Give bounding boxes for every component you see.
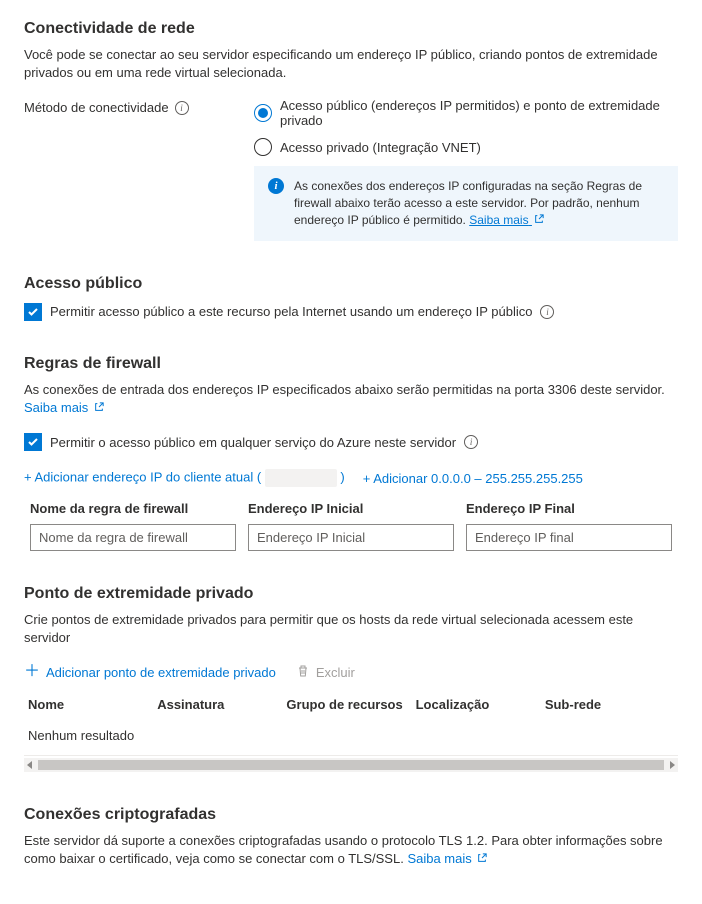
firewall-rule-row — [24, 524, 678, 551]
radio-icon — [254, 104, 272, 122]
external-link-icon — [94, 402, 104, 412]
encrypted-description: Este servidor dá suporte a conexões crip… — [24, 832, 678, 868]
private-endpoint-heading: Ponto de extremidade privado — [24, 585, 678, 603]
connectivity-method-label: Método de conectividade i — [24, 98, 254, 115]
private-endpoint-table-header: Nome Assinatura Grupo de recursos Locali… — [24, 691, 678, 718]
firewall-azure-services-label: Permitir o acesso público em qualquer se… — [50, 435, 456, 450]
external-link-icon — [477, 853, 487, 863]
public-access-heading: Acesso público — [24, 275, 678, 293]
firewall-rule-end-ip-input[interactable] — [466, 524, 672, 551]
info-icon[interactable]: i — [464, 435, 478, 449]
firewall-rule-start-ip-input[interactable] — [248, 524, 454, 551]
firewall-rule-header: Nome da regra de firewall Endereço IP In… — [24, 501, 678, 516]
add-full-range-link[interactable]: + Adicionar 0.0.0.0 – 255.255.255.255 — [363, 471, 583, 486]
plus-icon: ＋ — [24, 664, 40, 680]
info-icon[interactable]: i — [175, 101, 189, 115]
learn-more-link[interactable]: Saiba mais — [469, 213, 544, 227]
learn-more-link[interactable]: Saiba mais — [24, 400, 104, 415]
encrypted-heading: Conexões criptografadas — [24, 806, 678, 824]
radio-icon — [254, 138, 272, 156]
check-icon — [27, 306, 39, 318]
connectivity-description: Você pode se conectar ao seu servidor es… — [24, 46, 678, 82]
trash-icon — [296, 664, 310, 681]
redacted-ip — [265, 469, 337, 487]
info-icon[interactable]: i — [540, 305, 554, 319]
horizontal-scrollbar[interactable] — [24, 758, 678, 772]
check-icon — [27, 436, 39, 448]
add-private-endpoint-button[interactable]: ＋ Adicionar ponto de extremidade privado — [24, 664, 276, 680]
info-icon: i — [268, 178, 284, 194]
firewall-heading: Regras de firewall — [24, 355, 678, 373]
firewall-rule-name-input[interactable] — [30, 524, 236, 551]
learn-more-link[interactable]: Saiba mais — [407, 851, 487, 866]
firewall-description: As conexões de entrada dos endereços IP … — [24, 381, 678, 417]
delete-private-endpoint-button: Excluir — [296, 664, 355, 681]
firewall-azure-services-checkbox[interactable] — [24, 433, 42, 451]
public-access-checkbox[interactable] — [24, 303, 42, 321]
radio-private-access[interactable]: Acesso privado (Integração VNET) — [254, 138, 678, 156]
connectivity-info-box: i As conexões dos endereços IP configura… — [254, 166, 678, 240]
scrollbar-thumb[interactable] — [38, 760, 664, 770]
external-link-icon — [534, 214, 544, 224]
private-endpoint-empty-state: Nenhum resultado — [24, 718, 678, 756]
radio-public-access[interactable]: Acesso público (endereços IP permitidos)… — [254, 98, 678, 128]
private-endpoint-description: Crie pontos de extremidade privados para… — [24, 611, 678, 647]
add-client-ip-link[interactable]: + Adicionar endereço IP do cliente atual… — [24, 469, 345, 487]
public-access-checkbox-label: Permitir acesso público a este recurso p… — [50, 304, 532, 319]
connectivity-heading: Conectividade de rede — [24, 20, 678, 38]
